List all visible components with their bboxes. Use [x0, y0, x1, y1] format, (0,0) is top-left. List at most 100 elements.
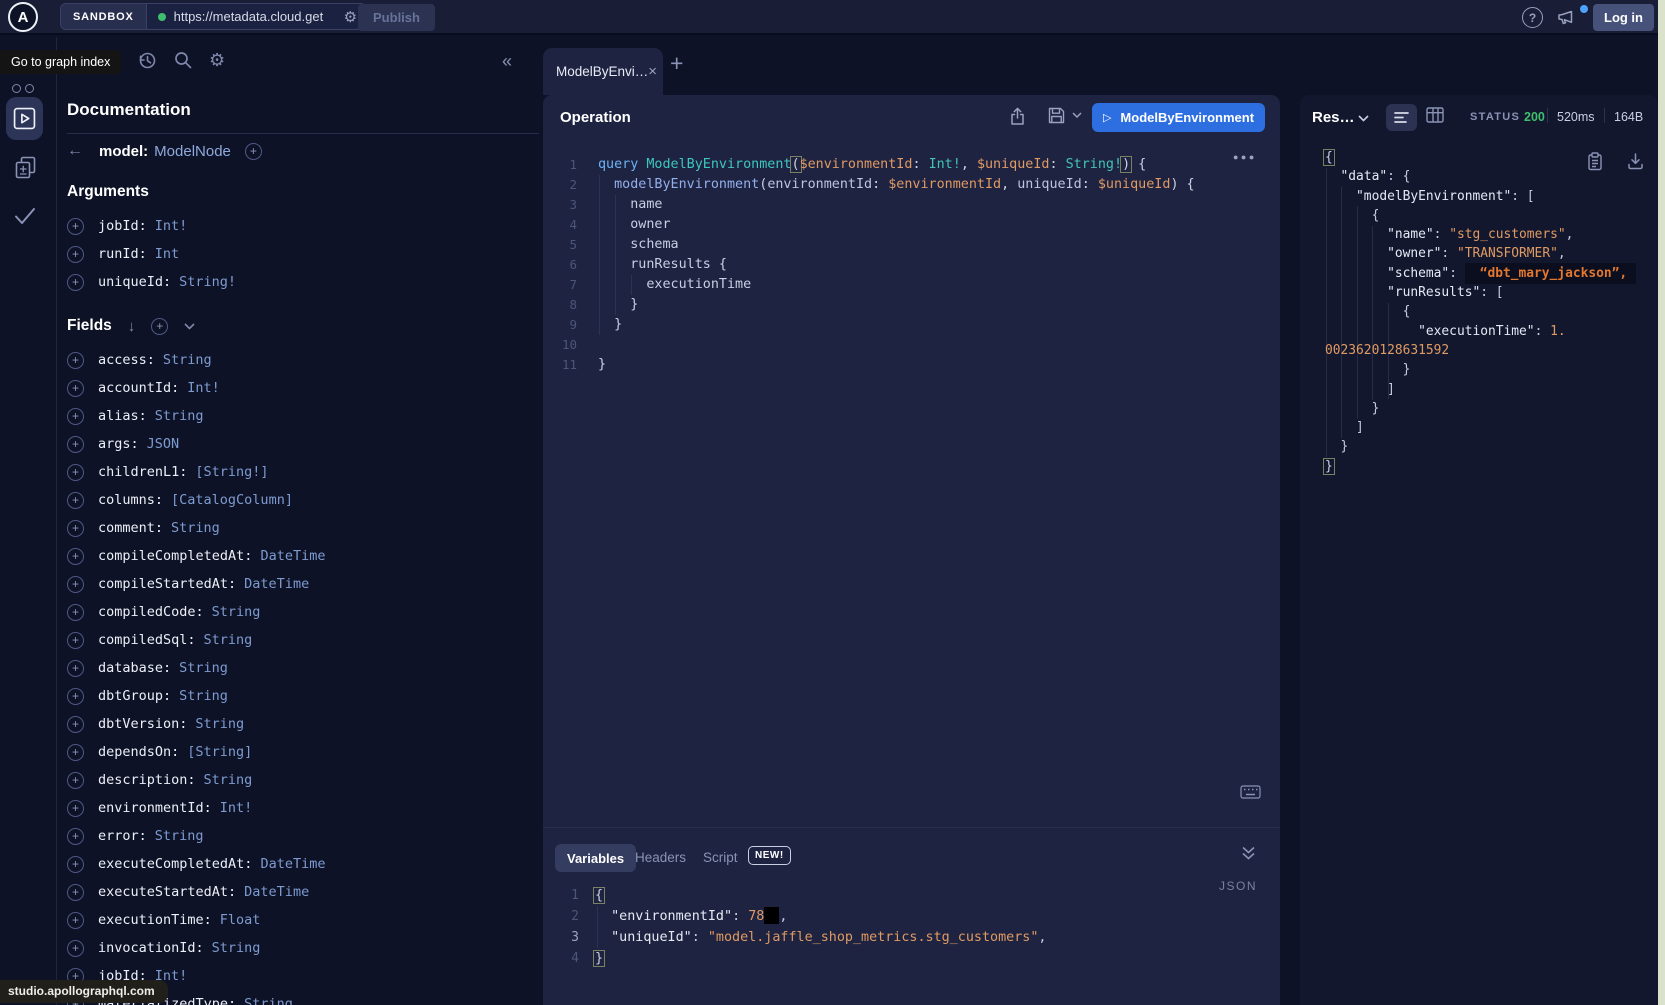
doc-field-row[interactable]: +uniqueId:String!	[67, 268, 236, 296]
add-field-icon[interactable]: +	[67, 492, 84, 509]
field-name[interactable]: accountId:	[98, 380, 179, 396]
login-button[interactable]: Log in	[1593, 4, 1654, 31]
field-name[interactable]: uniqueId:	[98, 274, 171, 290]
add-field-icon[interactable]: +	[67, 604, 84, 621]
add-field-icon[interactable]: +	[67, 548, 84, 565]
save-options-chevron-icon[interactable]	[1072, 112, 1082, 119]
add-field-icon[interactable]: +	[67, 940, 84, 957]
doc-field-row[interactable]: + alias: String	[67, 402, 325, 430]
page-scrollbar[interactable]	[1658, 0, 1665, 1005]
table-view-toggle-button[interactable]	[1426, 107, 1444, 123]
doc-field-row[interactable]: + jobId: Int!	[67, 212, 236, 240]
tab-variables[interactable]: Variables	[555, 844, 636, 872]
field-name[interactable]: alias:	[98, 408, 147, 424]
chevron-down-icon[interactable]	[184, 323, 195, 330]
save-icon[interactable]	[1048, 107, 1065, 124]
doc-field-row[interactable]: +executionTime:Float	[67, 906, 325, 934]
doc-field-row[interactable]: +description:String	[67, 766, 325, 794]
tab-script[interactable]: Script	[703, 850, 738, 865]
add-field-icon[interactable]: +	[67, 218, 84, 235]
add-field-icon[interactable]: +	[67, 576, 84, 593]
add-field-icon[interactable]: +	[67, 800, 84, 817]
field-type[interactable]: String	[204, 632, 253, 648]
field-type[interactable]: DateTime	[260, 856, 325, 872]
field-type[interactable]: String	[212, 940, 261, 956]
response-chevron-icon[interactable]	[1358, 115, 1369, 122]
field-name[interactable]: description:	[98, 772, 196, 788]
field-type[interactable]: String	[179, 688, 228, 704]
selected-field-type[interactable]: ModelNode	[154, 143, 231, 160]
sidebar-item-explorer[interactable]	[6, 97, 43, 140]
add-field-icon[interactable]: +	[67, 520, 84, 537]
field-name[interactable]: compiledSql:	[98, 632, 196, 648]
endpoint-url-input[interactable]: https://metadata.cloud.get	[174, 9, 342, 24]
field-name[interactable]: runId:	[98, 246, 147, 262]
add-all-fields-icon[interactable]: +	[151, 318, 168, 335]
tab-headers[interactable]: Headers	[635, 850, 686, 865]
field-name[interactable]: jobId:	[98, 218, 147, 234]
add-field-icon[interactable]: +	[67, 828, 84, 845]
field-type[interactable]: [CatalogColumn]	[171, 492, 293, 508]
help-icon[interactable]: ?	[1522, 7, 1543, 28]
field-type[interactable]: JSON	[147, 436, 180, 452]
field-name[interactable]: comment:	[98, 520, 163, 536]
add-field-icon[interactable]: +	[67, 884, 84, 901]
add-field-icon[interactable]: +	[67, 660, 84, 677]
apollo-logo[interactable]: A	[8, 2, 38, 32]
field-type[interactable]: String	[155, 408, 204, 424]
doc-field-row[interactable]: +dbtVersion:String	[67, 710, 325, 738]
field-name[interactable]: compileStartedAt:	[98, 576, 236, 592]
operation-editor[interactable]: query ModelByEnvironment($environmentId:…	[598, 155, 1195, 375]
doc-field-row[interactable]: +access:String	[67, 346, 325, 374]
graph-icon[interactable]	[12, 84, 21, 93]
field-type[interactable]: String	[195, 716, 244, 732]
field-name[interactable]: dependsOn:	[98, 744, 179, 760]
announcements-megaphone-icon[interactable]	[1556, 8, 1576, 26]
field-name[interactable]: invocationId:	[98, 940, 204, 956]
field-type[interactable]: String	[204, 772, 253, 788]
add-field-icon[interactable]: +	[67, 856, 84, 873]
add-field-icon[interactable]: +	[67, 744, 84, 761]
field-type[interactable]: Int	[155, 246, 179, 262]
add-field-icon[interactable]: +	[67, 352, 84, 369]
field-type[interactable]: String	[179, 660, 228, 676]
doc-field-row[interactable]: + childrenL1: [String!]	[67, 458, 325, 486]
doc-field-row[interactable]: +compiledCode:String	[67, 598, 325, 626]
response-body[interactable]: { "data": { "modelByEnvironment": [ { "n…	[1325, 148, 1636, 476]
field-type[interactable]: DateTime	[244, 576, 309, 592]
doc-field-row[interactable]: +database:String	[67, 654, 325, 682]
sidebar-item-checks[interactable]	[13, 206, 37, 226]
field-name[interactable]: compileCompletedAt:	[98, 548, 252, 564]
field-name[interactable]: dbtVersion:	[98, 716, 187, 732]
keyboard-shortcuts-icon[interactable]	[1240, 785, 1261, 799]
doc-field-row[interactable]: +columns:[CatalogColumn]	[67, 486, 325, 514]
field-name[interactable]: access:	[98, 352, 155, 368]
add-field-icon[interactable]: +	[67, 464, 84, 481]
sort-fields-icon[interactable]: ↓	[128, 318, 136, 335]
endpoint-settings-gear-icon[interactable]: ⚙	[344, 8, 357, 26]
add-field-icon[interactable]: +	[67, 408, 84, 425]
graph-icon[interactable]	[25, 84, 34, 93]
doc-field-row[interactable]: +accountId:Int!	[67, 374, 325, 402]
field-type[interactable]: String!	[179, 274, 236, 290]
operation-more-menu-icon[interactable]: ●●●	[1233, 152, 1257, 162]
field-type[interactable]: String	[244, 996, 293, 1005]
doc-field-row[interactable]: +executeCompletedAt:DateTime	[67, 850, 325, 878]
back-arrow-icon[interactable]: ←	[67, 142, 83, 160]
run-operation-button[interactable]: ▷ ModelByEnvironment	[1092, 103, 1265, 132]
field-type[interactable]: Float	[220, 912, 261, 928]
field-name[interactable]: error:	[98, 828, 147, 844]
tree-view-toggle-button[interactable]	[1386, 104, 1417, 131]
field-type[interactable]: Int!	[155, 218, 188, 234]
close-tab-icon[interactable]: ×	[648, 63, 657, 80]
field-name[interactable]: dbtGroup:	[98, 688, 171, 704]
doc-field-row[interactable]: +environmentId:Int!	[67, 794, 325, 822]
add-field-icon[interactable]: +	[67, 912, 84, 929]
sidebar-item-schema-diff[interactable]	[13, 155, 38, 181]
field-name[interactable]: childrenL1:	[98, 464, 187, 480]
variables-editor[interactable]: { "environmentId": 78, "uniqueId": "mode…	[595, 885, 1046, 969]
add-field-icon[interactable]: +	[67, 688, 84, 705]
field-type[interactable]: [String!]	[195, 464, 268, 480]
add-field-icon[interactable]: +	[245, 143, 262, 160]
field-type[interactable]: DateTime	[260, 548, 325, 564]
